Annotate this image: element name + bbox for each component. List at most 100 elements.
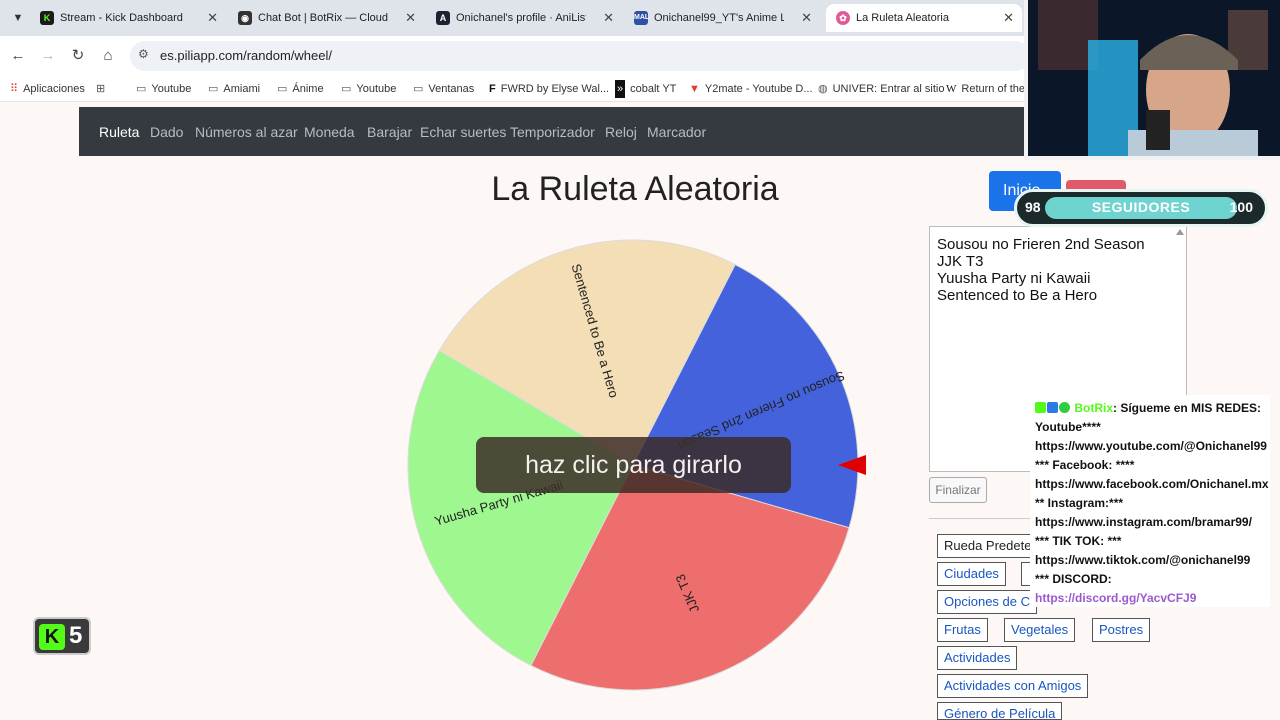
nav-dado[interactable]: Dado [150, 124, 183, 140]
address-bar[interactable]: ⚙ es.piliapp.com/random/wheel/ [130, 41, 1030, 71]
chat-line: ** Instagram:*** [1035, 496, 1124, 510]
webcam-overlay [1024, 0, 1280, 160]
bookmark-folder-anime[interactable]: ▭ Ánime [277, 80, 324, 98]
chat-line: *** Facebook: **** [1035, 458, 1135, 472]
reload-icon[interactable]: ↻ [68, 46, 88, 66]
nav-echar-suertes[interactable]: Echar suertes [420, 124, 506, 140]
entry-line: Yuusha Party ni Kawaii [937, 270, 1091, 287]
tab-title: Onichanel's profile · AniList [456, 12, 586, 24]
nav-temporizador[interactable]: Temporizador [510, 124, 595, 140]
tab-title: La Ruleta Aleatoria [856, 12, 949, 24]
follower-label: SEGUIDORES [1091, 199, 1191, 215]
webcam-feed [1028, 0, 1280, 156]
kick-icon: K [40, 11, 54, 25]
tab-title: Stream - Kick Dashboard [60, 12, 183, 24]
bookmark-folder-ventanas[interactable]: ▭ Ventanas [413, 80, 474, 98]
folder-icon: ▭ [341, 83, 352, 95]
spin-wheel-button[interactable]: haz clic para girarlo [476, 437, 791, 493]
globe-icon: ◍ [818, 83, 828, 95]
chat-discord-link[interactable]: https://discord.gg/YacvCFJ9 [1035, 589, 1265, 607]
url-text: es.piliapp.com/random/wheel/ [160, 48, 332, 63]
preset-frutas[interactable]: Frutas [937, 618, 988, 642]
finish-button[interactable]: Finalizar [929, 477, 987, 503]
chat-line: https://www.tiktok.com/@onichanel99 [1035, 553, 1251, 567]
close-icon[interactable]: ✕ [1003, 4, 1014, 32]
back-icon[interactable]: ← [8, 46, 28, 66]
bot-badge-icon [1047, 402, 1058, 413]
follower-goal-bar: 98 SEGUIDORES 100 [1014, 189, 1268, 227]
folder-icon: ▭ [413, 83, 424, 95]
preset-vegetales[interactable]: Vegetales [1004, 618, 1076, 642]
bookmark-label: UNIVER: Entrar al sitio [832, 83, 945, 95]
bookmark-label: Aplicaciones [23, 83, 85, 95]
bookmark-aplicaciones[interactable]: ⠿ Aplicaciones [10, 80, 85, 98]
bookmark-folder-youtube[interactable]: ▭ Youtube [136, 80, 191, 98]
bookmark-label: Return of the [961, 83, 1025, 95]
close-icon[interactable]: ✕ [207, 4, 218, 32]
nav-moneda[interactable]: Moneda [304, 124, 355, 140]
tab-title: Onichanel99_YT's Anime List - M [654, 12, 784, 24]
home-icon[interactable]: ⌂ [98, 46, 118, 66]
tab-title: Chat Bot | BotRix — Cloud Stre [258, 12, 388, 24]
bookmark-univer[interactable]: ◍ UNIVER: Entrar al sitio [818, 80, 944, 98]
bookmark-folder-youtube-2[interactable]: ▭ Youtube [341, 80, 396, 98]
bookmark-y2mate[interactable]: ▼ Y2mate - Youtube D... [689, 80, 813, 98]
tab-botrix[interactable]: ◉ Chat Bot | BotRix — Cloud Stre ✕ [228, 4, 424, 32]
folder-icon: ▭ [277, 83, 288, 95]
folder-icon: ▭ [208, 83, 219, 95]
preset-postres[interactable]: Postres [1092, 618, 1151, 642]
wheel-pointer-icon [838, 455, 866, 475]
preset-actividades-con-amigos[interactable]: Actividades con Amigos [937, 674, 1089, 698]
nav-ruleta[interactable]: Ruleta [99, 124, 139, 140]
bookmark-wiki[interactable]: W Return of the [946, 80, 1025, 98]
preset-actividades[interactable]: Actividades [937, 646, 1018, 670]
entry-line: JJK T3 [937, 253, 984, 270]
scroll-up-icon[interactable] [1176, 229, 1184, 235]
bookmark-label: Youtube [151, 83, 192, 95]
chat-line: https://www.youtube.com/@Onichanel99 [1035, 439, 1267, 453]
kick-viewer-badge: K 5 [33, 617, 91, 655]
tab-kick-dashboard[interactable]: K Stream - Kick Dashboard ✕ [30, 4, 226, 32]
site-info-icon[interactable]: ⚙ [138, 47, 149, 61]
grid-icon: ⊞ [96, 83, 106, 95]
verified-badge-icon [1059, 402, 1070, 413]
close-icon[interactable]: ✕ [603, 4, 614, 32]
preset-opciones-de-comida[interactable]: Opciones de Co [937, 590, 1037, 614]
nav-marcador[interactable]: Marcador [647, 124, 706, 140]
close-icon[interactable]: ✕ [405, 4, 416, 32]
bookmark-label: Youtube [356, 83, 397, 95]
mal-icon: MAL [634, 11, 649, 25]
tab-search-chevron-icon[interactable]: ▼ [8, 8, 28, 28]
bookmark-fwrd[interactable]: F FWRD by Elyse Wal... [489, 80, 609, 98]
site-navbar: Ruleta Dado Números al azar Moneda Baraj… [79, 107, 1109, 156]
nav-numeros-al-azar[interactable]: Números al azar [195, 124, 298, 140]
chat-line: *** TIK TOK: *** [1035, 534, 1122, 548]
bookmark-grid[interactable]: ⊞ [96, 80, 110, 98]
nav-reloj[interactable]: Reloj [605, 124, 637, 140]
bookmark-label: Ventanas [428, 83, 475, 95]
forward-icon[interactable]: → [38, 46, 58, 66]
bookmark-cobalt[interactable]: » cobalt YT [615, 80, 676, 98]
bookmark-folder-amiami[interactable]: ▭ Amiami [208, 80, 260, 98]
preset-genero-de-pelicula[interactable]: Género de Película [937, 702, 1063, 720]
piliapp-icon: ✿ [836, 11, 850, 25]
anilist-icon: A [436, 11, 450, 25]
chat-line: https://www.instagram.com/bramar99/ [1035, 515, 1252, 529]
apps-icon: ⠿ [10, 83, 19, 95]
tab-ruleta-aleatoria[interactable]: ✿ La Ruleta Aleatoria ✕ [826, 4, 1022, 32]
preset-ciudades[interactable]: Ciudades [937, 562, 1006, 586]
bookmark-label: cobalt YT [630, 83, 677, 95]
close-icon[interactable]: ✕ [801, 4, 812, 32]
entry-line: Sousou no Frieren 2nd Season [937, 236, 1145, 253]
preset-rueda-predeterminada[interactable]: Rueda Predete [937, 534, 1037, 558]
cobalt-icon: » [615, 80, 626, 98]
wiki-icon: W [946, 83, 957, 95]
kick-logo-icon: K [39, 624, 65, 650]
divider [929, 518, 1039, 519]
nav-barajar[interactable]: Barajar [367, 124, 412, 140]
tab-myanimelist[interactable]: MAL Onichanel99_YT's Anime List - M ✕ [624, 4, 820, 32]
bookmark-label: Y2mate - Youtube D... [704, 83, 813, 95]
page-title: La Ruleta Aleatoria [491, 170, 779, 208]
bookmark-label: Ánime [292, 83, 324, 95]
tab-anilist[interactable]: A Onichanel's profile · AniList ✕ [426, 4, 622, 32]
